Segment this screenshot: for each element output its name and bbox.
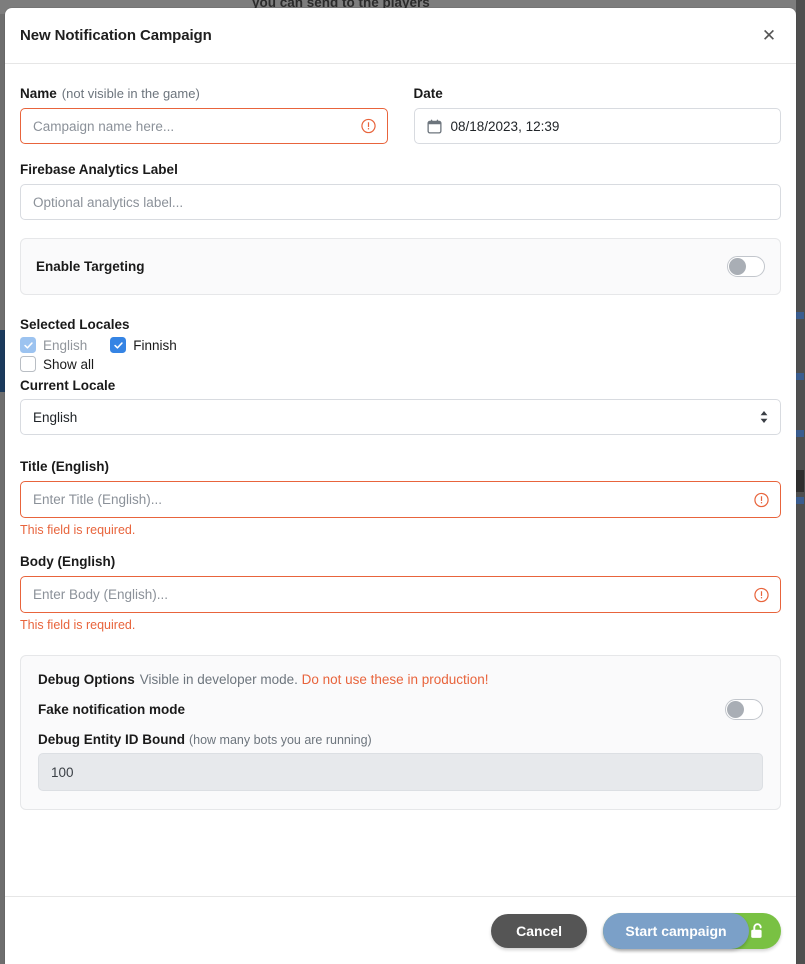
error-circle-icon: [754, 492, 769, 507]
background-chip: [796, 373, 804, 380]
title-error-message: This field is required.: [20, 523, 136, 537]
start-campaign-button[interactable]: Start campaign: [603, 912, 749, 949]
dialog-footer: Cancel Start campaign: [5, 896, 796, 964]
current-locale-value: English: [33, 409, 78, 425]
debug-entity-bound-hint: (how many bots you are running): [188, 733, 372, 747]
debug-entity-bound-label: Debug Entity ID Bound (how many bots you …: [38, 732, 763, 747]
start-campaign-safety-group: Start campaign: [603, 912, 781, 949]
checkbox-english[interactable]: [20, 337, 36, 353]
debug-options-warning: Do not use these in production!: [301, 672, 489, 687]
debug-options-note: Visible in developer mode.: [139, 672, 298, 687]
title-field-group: Title (English) Enter Title (English)...…: [20, 459, 781, 537]
body-input[interactable]: Enter Body (English)...: [20, 576, 781, 613]
checkbox-finnish[interactable]: [110, 337, 127, 353]
name-label: Name (not visible in the game): [20, 86, 388, 101]
current-locale-label: Current Locale: [20, 378, 116, 393]
fake-notification-mode-toggle[interactable]: [725, 699, 763, 720]
enable-targeting-panel: Enable Targeting: [20, 238, 781, 295]
body-error-message: This field is required.: [20, 618, 136, 632]
debug-options-panel: Debug Options Visible in developer mode. …: [20, 655, 781, 810]
current-locale-select[interactable]: English: [20, 399, 781, 435]
title-placeholder: Enter Title (English)...: [33, 492, 163, 507]
body-label: Body (English): [20, 554, 116, 569]
debug-entity-bound-label-text: Debug Entity ID Bound: [38, 732, 185, 747]
debug-entity-bound-value: 100: [51, 764, 74, 780]
name-label-text: Name: [20, 86, 57, 101]
debug-entity-bound-group: Debug Entity ID Bound (how many bots you …: [38, 732, 763, 791]
selected-locales-label: Selected Locales: [20, 317, 130, 332]
background-right-edge: [796, 0, 805, 964]
error-circle-icon: [754, 587, 769, 602]
title-label: Title (English): [20, 459, 110, 474]
show-all-row: Show all: [20, 356, 781, 372]
fake-notification-mode-row: Fake notification mode: [38, 699, 763, 720]
name-field-group: Name (not visible in the game) Campaign n…: [20, 86, 388, 144]
show-all-checkbox-wrap[interactable]: Show all: [20, 356, 94, 372]
name-date-row: Name (not visible in the game) Campaign n…: [20, 86, 781, 162]
locale-checkbox-english[interactable]: English: [20, 337, 87, 353]
unlock-icon[interactable]: [749, 922, 765, 939]
checkbox-show-all-label: Show all: [43, 356, 95, 372]
locale-checkbox-finnish[interactable]: Finnish: [110, 337, 177, 353]
close-icon[interactable]: ✕: [756, 23, 782, 49]
checkbox-finnish-label: Finnish: [133, 337, 177, 353]
new-notification-campaign-dialog: New Notification Campaign ✕ Name (not vis…: [5, 8, 796, 964]
background-chip: [796, 497, 804, 504]
debug-options-heading-row: Debug Options Visible in developer mode. …: [38, 672, 763, 687]
analytics-placeholder: Optional analytics label...: [33, 194, 184, 210]
enable-targeting-label: Enable Targeting: [36, 259, 145, 274]
locale-checkbox-row: English Finnish: [20, 337, 781, 353]
fake-notification-mode-label: Fake notification mode: [38, 702, 186, 717]
analytics-label-input[interactable]: Optional analytics label...: [20, 184, 781, 220]
checkbox-show-all[interactable]: [20, 356, 36, 372]
start-campaign-label: Start campaign: [625, 922, 727, 939]
dialog-title: New Notification Campaign: [20, 27, 212, 44]
checkbox-english-label: English: [43, 337, 88, 353]
campaign-name-input[interactable]: Campaign name here...: [20, 108, 388, 144]
toggle-knob: [727, 701, 744, 718]
background-chip: [796, 312, 804, 319]
analytics-label: Firebase Analytics Label: [20, 162, 178, 177]
chevron-up-down-icon: [760, 411, 768, 423]
cancel-button[interactable]: Cancel: [491, 913, 587, 948]
debug-entity-bound-input[interactable]: 100: [38, 753, 763, 791]
date-label: Date: [413, 86, 443, 101]
dialog-body: Name (not visible in the game) Campaign n…: [5, 64, 796, 896]
name-label-hint: (not visible in the game): [61, 86, 200, 101]
campaign-name-placeholder: Campaign name here...: [33, 118, 175, 134]
dialog-header: New Notification Campaign ✕: [5, 8, 796, 64]
error-circle-icon: [360, 118, 376, 134]
date-value: 08/18/2023, 12:39: [450, 118, 560, 134]
enable-targeting-toggle[interactable]: [727, 256, 765, 277]
debug-options-heading: Debug Options: [38, 672, 135, 687]
check-icon: [114, 341, 123, 349]
analytics-field-group: Firebase Analytics Label Optional analyt…: [20, 162, 781, 220]
background-chip: [796, 430, 804, 437]
date-input[interactable]: 08/18/2023, 12:39: [413, 108, 781, 144]
body-field-group: Body (English) Enter Body (English)... T…: [20, 554, 781, 632]
check-icon: [23, 341, 33, 349]
body-placeholder: Enter Body (English)...: [33, 587, 169, 602]
calendar-icon: [426, 119, 442, 134]
selected-locales-group: Selected Locales English Finnish Show al…: [20, 317, 781, 435]
background-chip: [796, 470, 804, 492]
title-input[interactable]: Enter Title (English)...: [20, 481, 781, 518]
toggle-knob: [729, 258, 746, 275]
date-field-group: Date 08/18/2023, 12:39: [413, 86, 781, 144]
